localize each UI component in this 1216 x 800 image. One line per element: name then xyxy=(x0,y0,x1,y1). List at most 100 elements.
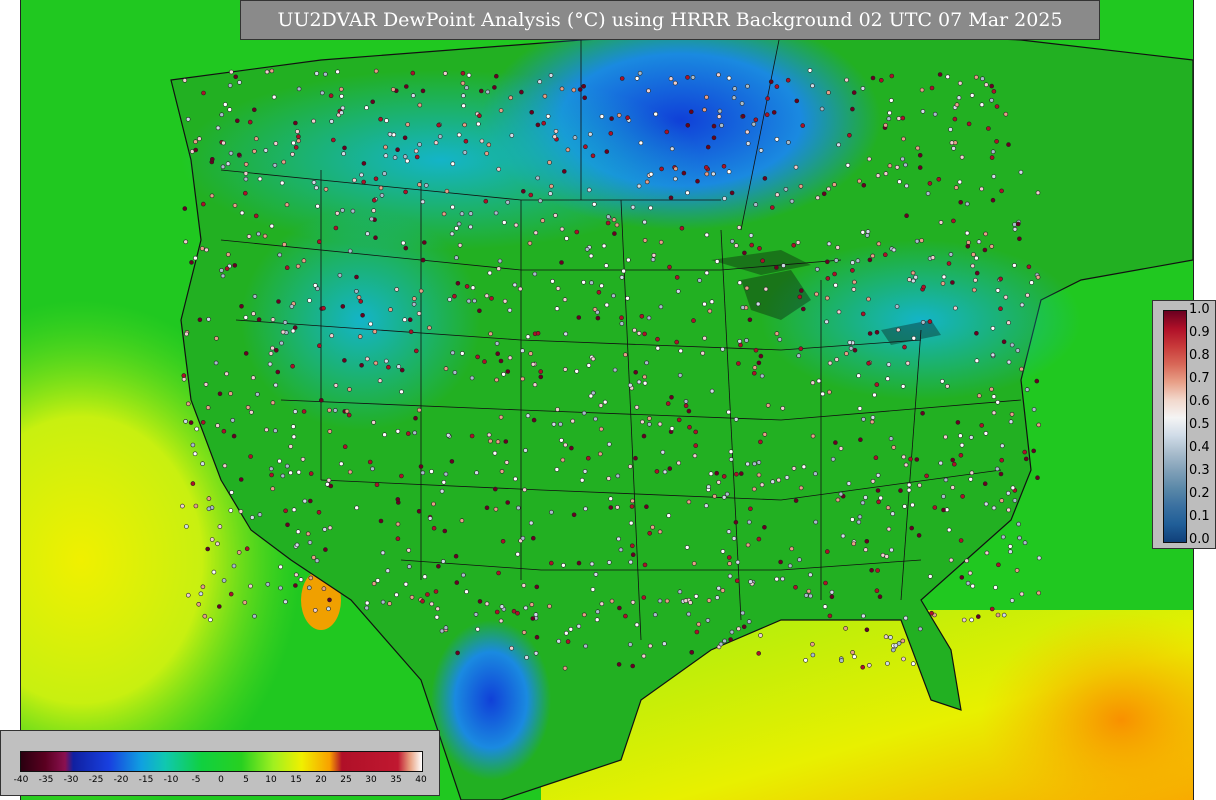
station-dot xyxy=(396,364,402,369)
station-dot xyxy=(780,405,786,411)
colorbar-tick-label: 1.0 xyxy=(1189,302,1210,317)
station-dot xyxy=(976,239,982,244)
scale-tick-label: 0 xyxy=(218,775,224,785)
station-dot xyxy=(990,149,996,154)
map-area xyxy=(20,0,1194,800)
station-dot xyxy=(791,243,797,248)
rockies-teal xyxy=(241,210,481,430)
station-dot xyxy=(394,592,399,598)
station-dot xyxy=(587,131,593,137)
station-dot xyxy=(688,600,693,605)
station-dot xyxy=(452,370,458,375)
station-dot xyxy=(219,268,224,273)
station-dot xyxy=(969,93,975,98)
station-dot xyxy=(513,476,518,482)
station-dot xyxy=(484,601,490,607)
station-dot xyxy=(608,496,614,502)
station-dot xyxy=(486,432,492,438)
station-dot xyxy=(371,198,377,203)
station-dot xyxy=(870,253,876,259)
station-dot xyxy=(758,148,764,153)
station-dot xyxy=(533,230,539,236)
station-dot xyxy=(885,376,891,382)
station-dot xyxy=(994,466,1000,472)
station-dot xyxy=(927,181,933,186)
station-dot xyxy=(798,184,804,189)
station-dot xyxy=(416,407,422,413)
station-dot xyxy=(1016,521,1021,527)
station-dot xyxy=(186,401,191,407)
station-dot xyxy=(857,178,862,184)
scale-tick-label: -30 xyxy=(63,775,79,785)
station-dot xyxy=(466,298,472,304)
station-dot xyxy=(826,186,831,192)
station-dot xyxy=(590,153,596,159)
station-dot xyxy=(358,299,364,304)
colorbar-tick-label: 0.3 xyxy=(1189,463,1210,478)
station-dot xyxy=(594,617,600,623)
station-dot xyxy=(395,147,400,152)
station-dot xyxy=(711,171,716,177)
station-dot xyxy=(690,75,696,80)
station-dot xyxy=(214,336,219,341)
station-dot xyxy=(760,258,765,264)
station-dot xyxy=(887,110,892,116)
station-dot xyxy=(264,427,269,433)
station-dot xyxy=(461,93,466,98)
station-dot xyxy=(658,304,664,310)
station-dot xyxy=(883,171,889,176)
station-dot xyxy=(529,602,535,607)
station-dot xyxy=(542,93,548,99)
scale-tick-label: 15 xyxy=(290,775,302,785)
station-dot xyxy=(860,311,866,317)
station-dot xyxy=(820,391,826,397)
station-dot xyxy=(983,231,988,237)
station-dot xyxy=(943,434,948,440)
station-dot xyxy=(965,244,971,249)
station-dot xyxy=(373,360,379,366)
station-dot xyxy=(870,478,876,484)
station-dot xyxy=(292,409,298,414)
station-dot xyxy=(494,609,500,615)
station-dot xyxy=(391,132,397,138)
station-dot xyxy=(949,140,955,145)
station-dot xyxy=(593,416,598,422)
station-dot xyxy=(417,102,423,108)
station-dot xyxy=(644,179,650,185)
station-dot xyxy=(839,658,844,663)
station-dot xyxy=(252,613,257,619)
station-dot xyxy=(861,416,866,422)
station-dot xyxy=(507,355,513,361)
colorbar-tick-label: 0.6 xyxy=(1189,394,1210,409)
station-dot xyxy=(583,144,588,149)
station-dot xyxy=(411,296,417,301)
station-dot xyxy=(501,220,507,225)
station-dot xyxy=(875,472,881,478)
station-dot xyxy=(606,476,612,481)
station-dot xyxy=(1022,449,1028,455)
station-dot xyxy=(648,171,654,177)
station-dot xyxy=(454,255,459,261)
station-dot xyxy=(461,103,466,109)
station-dot xyxy=(236,550,242,555)
station-dot xyxy=(328,93,334,98)
station-dot xyxy=(314,558,320,564)
station-dot xyxy=(595,609,601,615)
station-dot xyxy=(1022,540,1028,546)
station-dot xyxy=(294,542,300,548)
station-dot xyxy=(722,196,727,201)
station-dot xyxy=(356,295,362,300)
station-dot xyxy=(883,634,889,640)
station-dot xyxy=(693,593,699,599)
station-dot xyxy=(930,255,936,260)
station-dot xyxy=(188,420,194,425)
station-dot xyxy=(434,614,440,620)
station-dot xyxy=(568,626,574,632)
station-dot xyxy=(488,438,493,444)
station-dot xyxy=(279,180,285,186)
station-dot xyxy=(205,405,211,410)
station-dot xyxy=(718,641,724,647)
station-dot xyxy=(851,90,857,95)
station-dot xyxy=(787,563,793,569)
station-dot xyxy=(494,341,500,346)
